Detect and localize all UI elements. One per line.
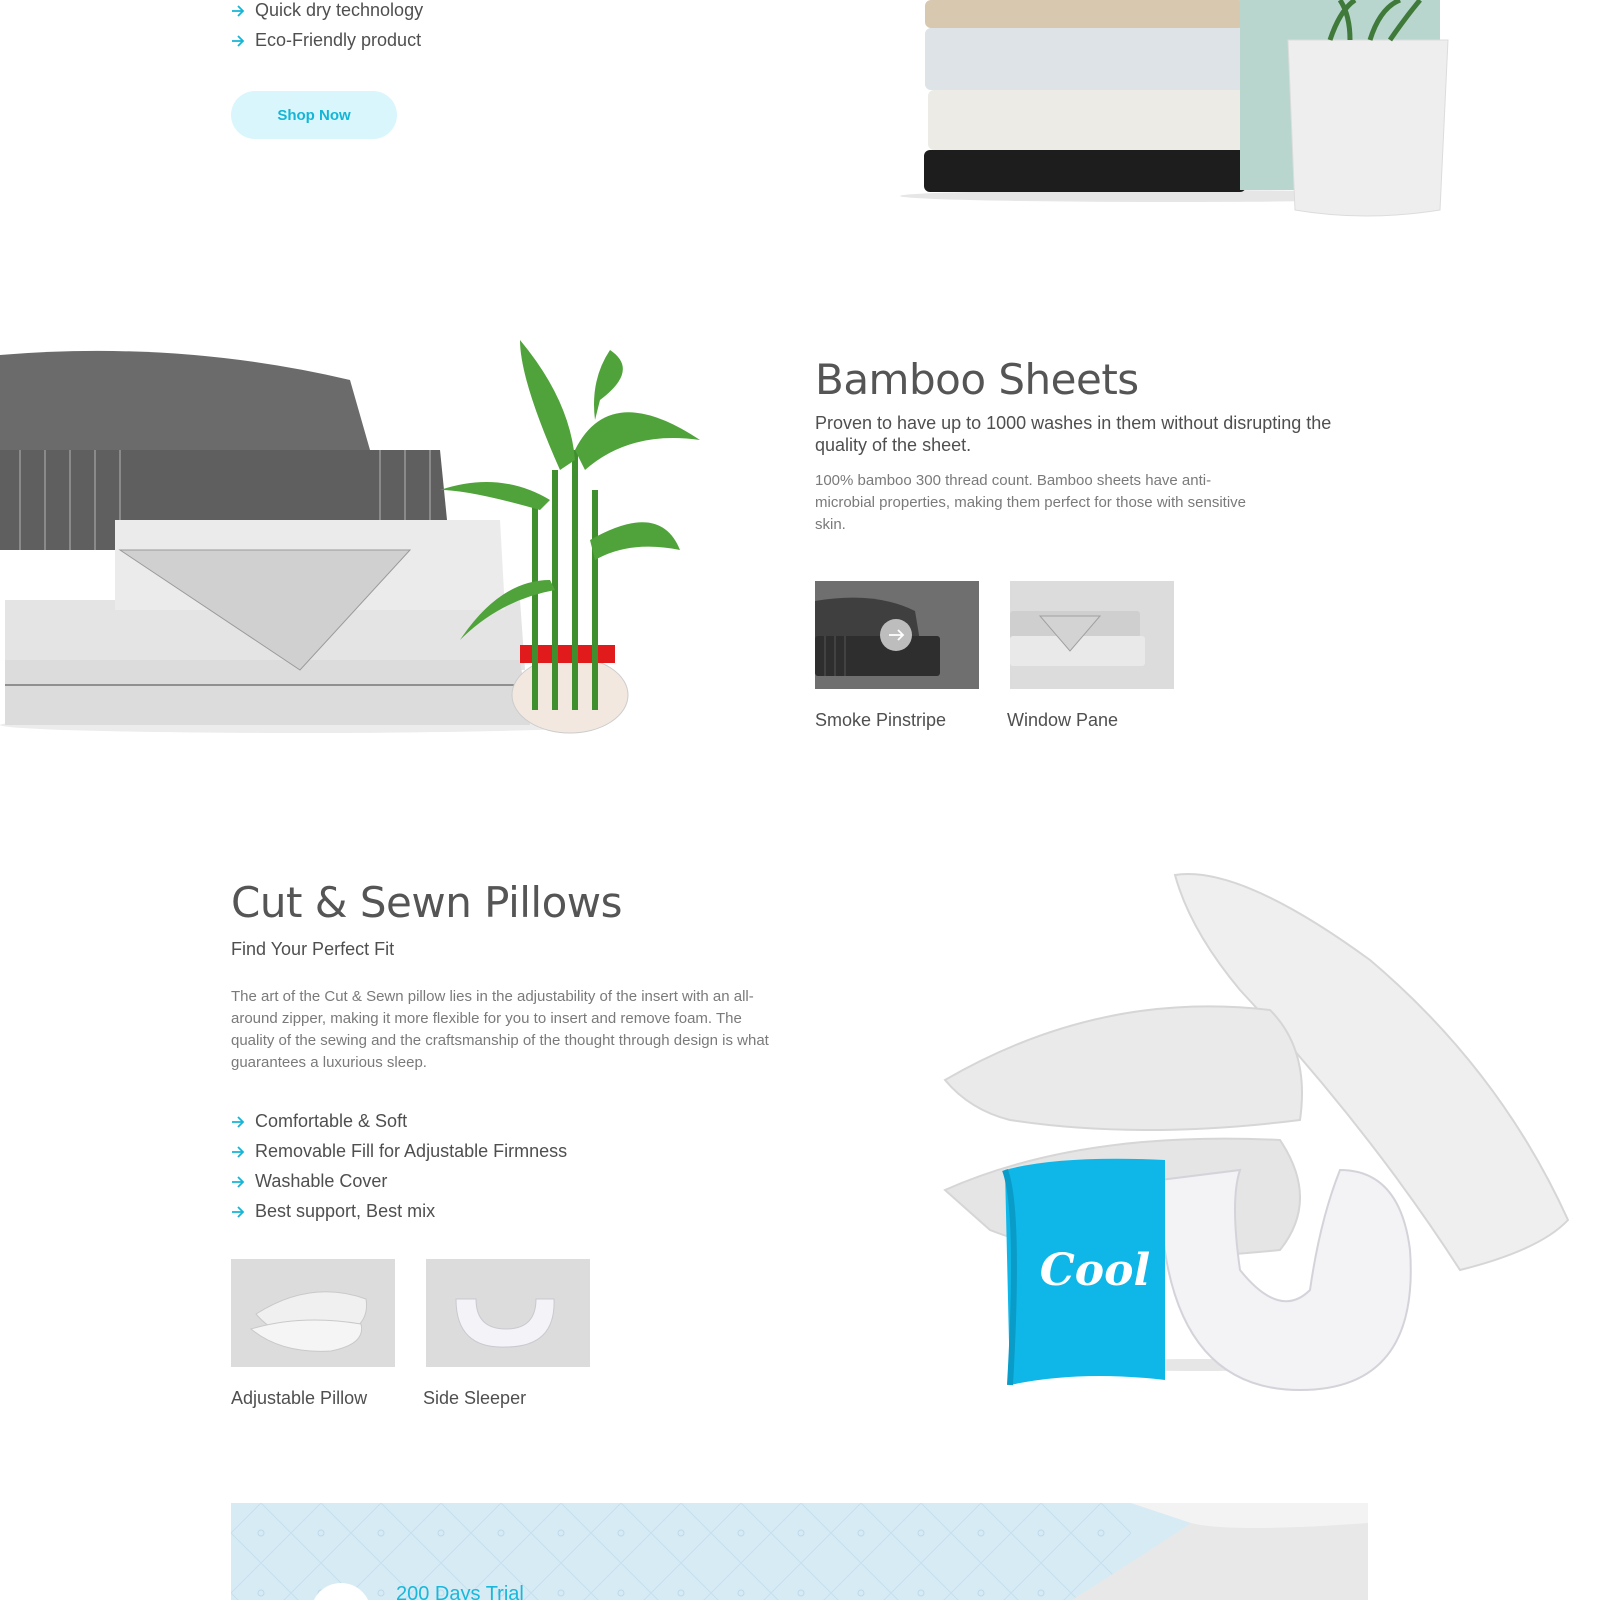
list-item: Removable Fill for Adjustable Firmness — [231, 1141, 567, 1162]
feature-text: Washable Cover — [255, 1171, 388, 1191]
arrow-right-icon — [231, 34, 245, 48]
folded-sheets-image — [900, 0, 1470, 225]
section-description: The art of the Cut & Sewn pillow lies in… — [231, 988, 769, 1071]
list-item: Quick dry technology — [231, 0, 423, 21]
pillows-image: Cool — [940, 870, 1580, 1400]
cool-badge-text: Cool — [1039, 1245, 1151, 1296]
variant-label[interactable]: Smoke Pinstripe — [815, 710, 946, 731]
section-description: 100% bamboo 300 thread count. Bamboo she… — [815, 472, 1247, 533]
feature-text: Quick dry technology — [255, 0, 424, 20]
list-item: Comfortable & Soft — [231, 1111, 407, 1132]
bamboo-sheets-image — [0, 340, 720, 760]
feature-text: Comfortable & Soft — [255, 1111, 408, 1131]
section-subtitle: Find Your Perfect Fit — [231, 939, 395, 959]
trial-banner: 200 Days Trial — [231, 1503, 1368, 1600]
arrow-right-icon — [231, 1205, 245, 1219]
arrow-right-icon — [231, 1145, 245, 1159]
variant-thumbnail-smoke-pinstripe[interactable] — [815, 581, 979, 689]
list-item: Washable Cover — [231, 1171, 387, 1192]
variant-label[interactable]: Adjustable Pillow — [231, 1388, 367, 1409]
variant-thumbnail-adjustable-pillow[interactable] — [231, 1259, 395, 1367]
section-title: Cut & Sewn Pillows — [231, 878, 623, 927]
variant-label[interactable]: Side Sleeper — [423, 1388, 526, 1409]
banner-title: 200 Days Trial — [396, 1583, 524, 1600]
feature-text: Best support, Best mix — [255, 1201, 436, 1221]
section-subtitle: Proven to have up to 1000 washes in them… — [815, 413, 1332, 455]
arrow-right-icon — [231, 1115, 245, 1129]
list-item: Best support, Best mix — [231, 1201, 435, 1222]
arrow-right-icon — [231, 1175, 245, 1189]
variant-thumbnail-window-pane[interactable] — [1010, 581, 1174, 689]
feature-text: Removable Fill for Adjustable Firmness — [255, 1141, 568, 1161]
variant-label[interactable]: Window Pane — [1007, 710, 1118, 731]
variant-thumbnail-side-sleeper[interactable] — [426, 1259, 590, 1367]
list-item: Eco-Friendly product — [231, 30, 421, 51]
feature-text: Eco-Friendly product — [255, 30, 422, 50]
shop-now-button[interactable]: Shop Now — [231, 91, 397, 139]
section-title: Bamboo Sheets — [815, 355, 1139, 404]
arrow-right-icon — [231, 4, 245, 18]
